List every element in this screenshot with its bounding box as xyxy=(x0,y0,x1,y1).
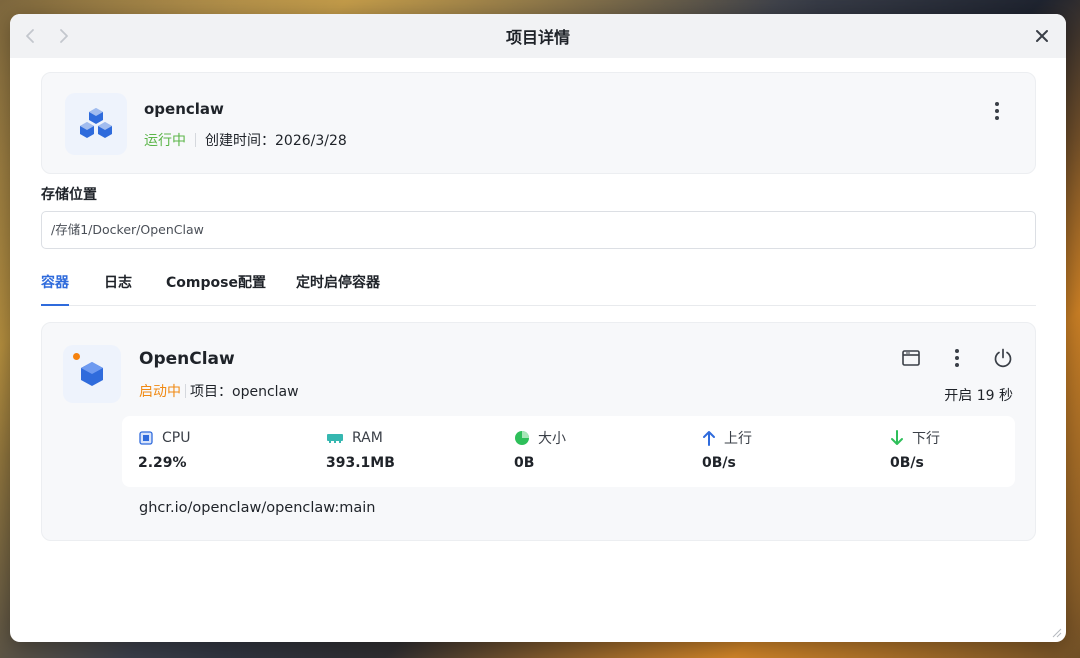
project-status: 运行中 xyxy=(144,133,186,149)
more-vertical-icon xyxy=(955,349,959,367)
stat-upload: 上行 0B/s xyxy=(702,428,752,471)
stat-size: 大小 0B xyxy=(514,428,566,471)
tab-logs[interactable]: 日志 xyxy=(104,272,132,306)
container-more-button[interactable] xyxy=(945,346,969,370)
project-card: openclaw 运行中 创建时间：2026/3/28 xyxy=(41,72,1036,174)
power-icon xyxy=(994,348,1012,368)
project-detail-window: 项目详情 openclaw 运行中 创建时间：2026/3/28 存储位置 /存… xyxy=(10,14,1066,642)
close-button[interactable] xyxy=(1030,24,1054,48)
terminal-button[interactable] xyxy=(899,346,923,370)
container-image: ghcr.io/openclaw/openclaw:main xyxy=(139,500,376,516)
cubes-icon xyxy=(80,108,112,138)
stat-value: 0B xyxy=(514,455,535,471)
divider xyxy=(185,384,186,398)
stat-label: CPU xyxy=(162,430,191,446)
stat-ram: RAM 393.1MB xyxy=(326,428,395,471)
resize-grip-icon[interactable] xyxy=(1050,626,1062,638)
project-name: openclaw xyxy=(144,100,224,118)
stat-label: 上行 xyxy=(724,431,752,447)
container-actions xyxy=(899,346,1015,370)
tab-bar: 容器 日志 Compose配置 定时启停容器 xyxy=(41,268,1036,306)
storage-label: 存储位置 xyxy=(41,187,97,203)
arrow-down-icon xyxy=(891,430,903,445)
stats-panel: CPU 2.29% RAM 393.1MB 大小 0B 上行 0B/s 下行 0… xyxy=(122,416,1015,487)
container-card[interactable]: OpenClaw 启动中 项目：openclaw 开启 19 秒 CPU 2.2… xyxy=(41,322,1036,541)
status-dot xyxy=(73,353,80,360)
tab-scheduled-start-stop[interactable]: 定时启停容器 xyxy=(296,272,380,306)
tab-containers[interactable]: 容器 xyxy=(41,272,69,306)
stat-label: 大小 xyxy=(538,431,566,447)
chevron-right-icon xyxy=(60,29,68,43)
pie-icon xyxy=(515,431,529,445)
project-icon xyxy=(65,93,127,155)
stat-label: RAM xyxy=(352,430,383,446)
project-meta: 运行中 创建时间：2026/3/28 xyxy=(144,130,347,150)
storage-path-field[interactable]: /存储1/Docker/OpenClaw xyxy=(41,211,1036,249)
container-meta: 启动中 项目：openclaw xyxy=(139,381,299,401)
stat-download: 下行 0B/s xyxy=(890,428,940,471)
project-more-button[interactable] xyxy=(985,99,1009,123)
container-uptime: 开启 19 秒 xyxy=(944,388,1013,404)
container-status: 启动中 xyxy=(139,384,181,400)
stat-value: 2.29% xyxy=(138,455,187,471)
stat-value: 0B/s xyxy=(890,455,924,471)
cpu-icon xyxy=(139,431,153,445)
window-icon xyxy=(902,350,920,366)
more-vertical-icon xyxy=(995,102,999,120)
cube-icon xyxy=(81,362,103,386)
title-bar: 项目详情 xyxy=(10,14,1066,58)
power-button[interactable] xyxy=(991,346,1015,370)
container-project: 项目：openclaw xyxy=(190,384,299,400)
back-button[interactable] xyxy=(18,24,42,48)
container-name: OpenClaw xyxy=(139,349,235,369)
stat-cpu: CPU 2.29% xyxy=(138,428,190,471)
divider xyxy=(195,133,196,147)
window-title: 项目详情 xyxy=(505,28,570,47)
stat-label: 下行 xyxy=(912,431,940,447)
close-icon xyxy=(1036,30,1048,42)
project-created: 创建时间：2026/3/28 xyxy=(205,133,347,149)
stat-value: 393.1MB xyxy=(326,455,395,471)
forward-button[interactable] xyxy=(52,24,76,48)
tab-compose-config[interactable]: Compose配置 xyxy=(166,272,266,306)
chevron-left-icon xyxy=(26,29,34,43)
ram-icon xyxy=(327,434,343,443)
container-icon xyxy=(63,345,121,403)
arrow-up-icon xyxy=(703,431,715,446)
stat-value: 0B/s xyxy=(702,455,736,471)
